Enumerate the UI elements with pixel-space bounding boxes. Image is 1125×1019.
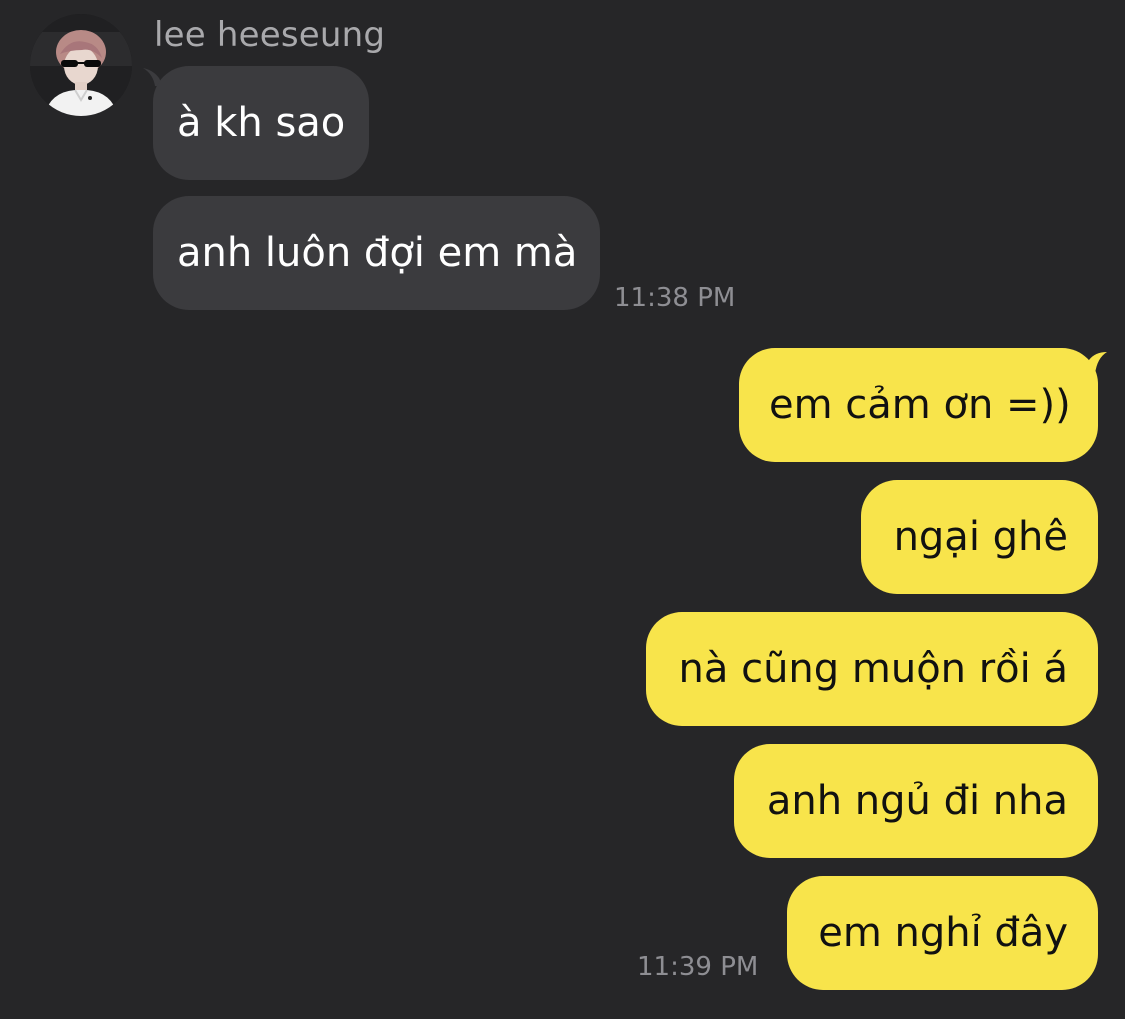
outgoing-message-bubble[interactable]: anh ngủ đi nha	[734, 744, 1098, 858]
message-text: à kh sao	[177, 100, 346, 146]
outgoing-message-bubble[interactable]: em nghỉ đây	[787, 876, 1098, 990]
message-timestamp: 11:38 PM	[614, 283, 736, 313]
message-timestamp: 11:39 PM	[637, 952, 759, 982]
outgoing-message-bubble[interactable]: em cảm ơn =))	[739, 348, 1098, 462]
outgoing-bubble-tail	[1083, 352, 1107, 374]
message-text: anh luôn đợi em mà	[177, 230, 578, 276]
message-text: ngại ghê	[893, 514, 1068, 560]
incoming-message-bubble[interactable]: anh luôn đợi em mà	[153, 196, 600, 310]
sender-name: lee heeseung	[154, 15, 386, 55]
outgoing-message-bubble[interactable]: nà cũng muộn rồi á	[646, 612, 1098, 726]
message-text: em cảm ơn =))	[769, 382, 1071, 428]
chat-thread: lee heeseung à kh sao anh luôn đợi em mà…	[0, 0, 1125, 1019]
message-text: em nghỉ đây	[818, 910, 1068, 956]
incoming-message-bubble[interactable]: à kh sao	[153, 66, 369, 180]
outgoing-message-bubble[interactable]: ngại ghê	[861, 480, 1098, 594]
profile-photo-icon	[30, 14, 132, 116]
message-text: anh ngủ đi nha	[766, 778, 1068, 824]
message-text: nà cũng muộn rồi á	[678, 646, 1069, 692]
avatar[interactable]	[30, 14, 132, 116]
